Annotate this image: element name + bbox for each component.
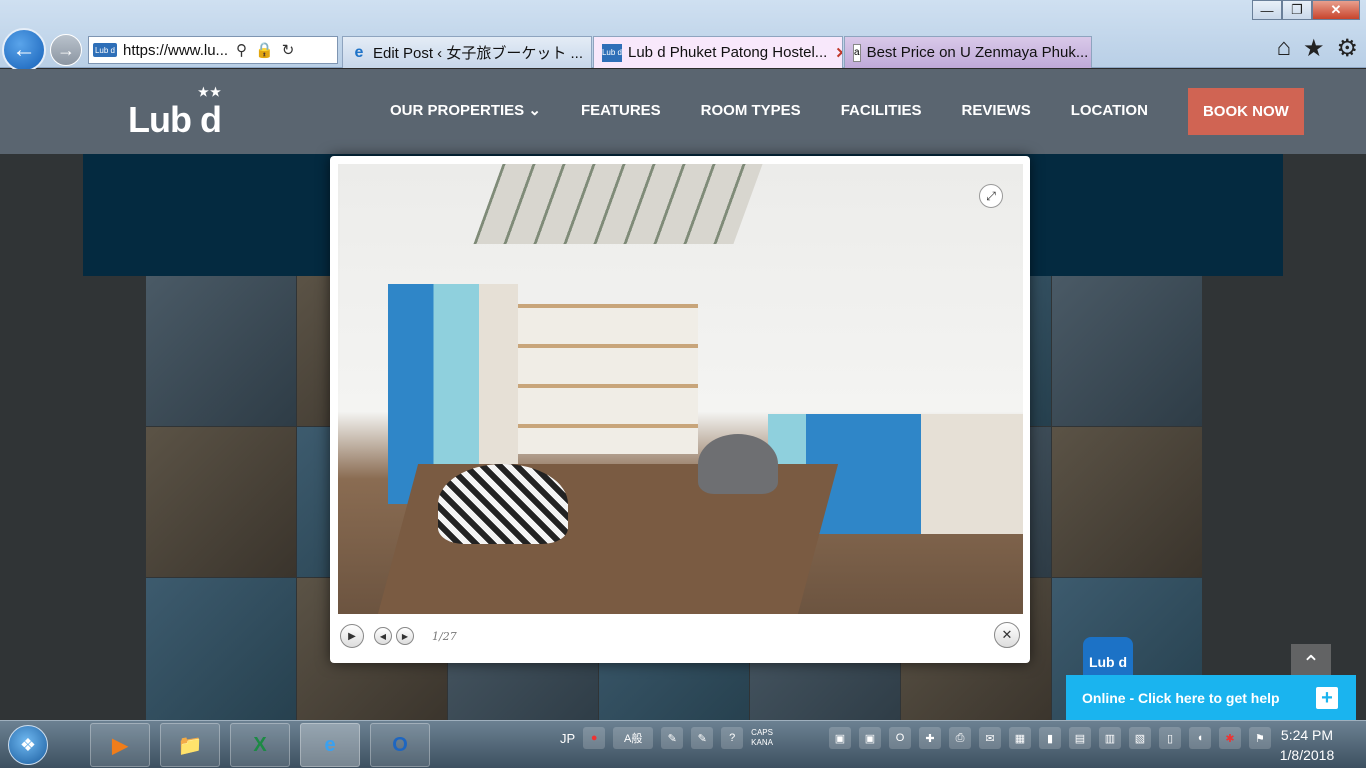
taskbar-excel-icon[interactable]: X bbox=[230, 723, 290, 767]
site-logo[interactable]: Lub d ★ ★ bbox=[128, 85, 222, 141]
ime-tool-icon[interactable]: ✎ bbox=[661, 727, 684, 749]
tray-mail-icon[interactable]: ✉ bbox=[978, 727, 1001, 749]
favorites-icon[interactable]: ★ bbox=[1303, 34, 1325, 63]
tab-best-price[interactable]: a Best Price on U Zenmaya Phuk... bbox=[844, 36, 1092, 68]
agoda-favicon-icon: a bbox=[853, 43, 861, 62]
caps-label: CAPS bbox=[751, 728, 773, 737]
next-button[interactable]: ▶ bbox=[396, 627, 414, 645]
tab-label: Lub d Phuket Patong Hostel... bbox=[628, 44, 828, 61]
minimize-button[interactable]: — bbox=[1252, 0, 1282, 20]
fullscreen-icon[interactable]: ⤢ bbox=[979, 184, 1003, 208]
nav-room-types[interactable]: ROOM TYPES bbox=[701, 87, 801, 135]
window-close-button[interactable]: ✕ bbox=[1312, 0, 1360, 20]
main-nav: OUR PROPERTIES ⌄ FEATURES ROOM TYPES FAC… bbox=[390, 87, 1304, 135]
prev-button[interactable]: ◀ bbox=[374, 627, 392, 645]
nav-location[interactable]: LOCATION bbox=[1071, 87, 1148, 135]
tray-signal-icon[interactable]: ▮ bbox=[1038, 727, 1061, 749]
tab-lubd[interactable]: Lub d Lub d Phuket Patong Hostel... ✕ bbox=[593, 36, 843, 68]
book-now-button[interactable]: BOOK NOW bbox=[1187, 87, 1304, 135]
ime-dict-icon[interactable]: ✎ bbox=[691, 727, 714, 749]
taskbar-ie-icon[interactable]: e bbox=[300, 723, 360, 767]
forward-button[interactable]: → bbox=[50, 34, 82, 66]
tray-app-icon[interactable]: ▥ bbox=[1098, 727, 1121, 749]
restore-button[interactable]: ❐ bbox=[1282, 0, 1312, 20]
nav-our-properties[interactable]: OUR PROPERTIES ⌄ bbox=[390, 87, 541, 135]
tray-app-icon[interactable]: ✚ bbox=[918, 727, 941, 749]
nav-reviews[interactable]: REVIEWS bbox=[962, 87, 1031, 135]
chat-expand-icon[interactable]: + bbox=[1316, 687, 1338, 709]
chat-text: Online - Click here to get help bbox=[1082, 689, 1280, 706]
tab-edit-post[interactable]: e Edit Post ‹ 女子旅ブーケット ... bbox=[342, 36, 592, 68]
clock[interactable]: 5:24 PM 1/8/2018 bbox=[1266, 725, 1348, 765]
play-button[interactable]: ▶ bbox=[340, 624, 364, 648]
lightbox: ⤢ ▶ ◀ ▶ 1/27 ✕ bbox=[330, 156, 1030, 663]
start-button[interactable]: ❖ bbox=[8, 725, 48, 765]
back-button[interactable]: ← bbox=[2, 28, 46, 72]
tray-network-icon[interactable]: ▦ bbox=[1008, 727, 1031, 749]
window-controls: — ❐ ✕ bbox=[1252, 0, 1360, 20]
nav-facilities[interactable]: FACILITIES bbox=[841, 87, 922, 135]
tab-label: Edit Post ‹ 女子旅ブーケット ... bbox=[372, 45, 583, 62]
tray-app-icon[interactable]: ▣ bbox=[858, 727, 881, 749]
clock-date: 1/8/2018 bbox=[1279, 747, 1335, 763]
home-icon[interactable]: ⌂ bbox=[1276, 34, 1291, 63]
browser-toolbar-icons: ⌂ ★ ⚙ bbox=[1276, 34, 1358, 63]
address-text[interactable]: https://www.lu... bbox=[123, 42, 228, 59]
ie-icon: e bbox=[354, 43, 364, 61]
site-header: Lub d ★ ★ OUR PROPERTIES ⌄ FEATURES ROOM… bbox=[0, 69, 1366, 154]
taskbar-media-player-icon[interactable]: ▶ bbox=[90, 723, 150, 767]
caps-kana-indicator: CAPS KANA bbox=[751, 728, 773, 748]
taskbar-explorer-icon[interactable]: 📁 bbox=[160, 723, 220, 767]
lightbox-controls: ▶ ◀ ▶ 1/27 bbox=[340, 624, 457, 648]
site-favicon-icon: Lub d bbox=[93, 43, 117, 57]
system-tray: JP ● A般 ✎ ✎ ? CAPS KANA ▣ ▣ O ✚ ⎙ ✉ ▦ ▮ … bbox=[560, 727, 1271, 749]
tray-app-icon[interactable]: ▣ bbox=[828, 727, 851, 749]
tray-printer-icon[interactable]: ⎙ bbox=[948, 727, 971, 749]
tray-volume-icon[interactable]: ◖ bbox=[1188, 727, 1211, 749]
gallery-thumb[interactable] bbox=[146, 578, 296, 720]
tray-app-icon[interactable]: ▧ bbox=[1128, 727, 1151, 749]
gallery-thumb[interactable] bbox=[1052, 427, 1202, 577]
gallery-thumb[interactable] bbox=[1052, 276, 1202, 426]
ime-mode[interactable]: A般 bbox=[613, 727, 654, 749]
tray-battery-icon[interactable]: ▯ bbox=[1158, 727, 1181, 749]
browser-chrome: — ❐ ✕ ← → Lub d https://www.lu... ⚲ 🔒 ↻ … bbox=[0, 0, 1366, 72]
logo-stars-icon: ★ ★ bbox=[198, 85, 221, 99]
taskbar: ❖ ▶ 📁 X e O JP ● A般 ✎ ✎ ? CAPS KANA ▣ ▣ … bbox=[0, 720, 1366, 768]
logo-text: Lub d bbox=[128, 99, 222, 140]
address-bar[interactable]: Lub d https://www.lu... ⚲ 🔒 ↻ bbox=[88, 36, 338, 64]
nav-features[interactable]: FEATURES bbox=[581, 87, 661, 135]
settings-icon[interactable]: ⚙ bbox=[1336, 34, 1358, 63]
taskbar-outlook-icon[interactable]: O bbox=[370, 723, 430, 767]
lock-icon[interactable]: 🔒 bbox=[255, 41, 274, 59]
refresh-icon[interactable]: ↻ bbox=[282, 41, 295, 59]
kana-label: KANA bbox=[751, 738, 773, 747]
lubd-favicon-icon: Lub d bbox=[602, 43, 622, 62]
search-icon[interactable]: ⚲ bbox=[236, 41, 247, 59]
ime-icon[interactable]: ● bbox=[583, 727, 606, 749]
chat-widget-bar[interactable]: Online - Click here to get help + bbox=[1066, 675, 1356, 720]
tray-outlook-icon[interactable]: O bbox=[888, 727, 911, 749]
clock-time: 5:24 PM bbox=[1280, 727, 1334, 743]
image-counter: 1/27 bbox=[432, 629, 457, 643]
language-indicator[interactable]: JP bbox=[560, 731, 575, 746]
tab-close-icon[interactable]: ✕ bbox=[835, 44, 842, 62]
lightbox-close-button[interactable]: ✕ bbox=[994, 622, 1020, 648]
gallery-thumb[interactable] bbox=[146, 427, 296, 577]
tab-label: Best Price on U Zenmaya Phuk... bbox=[866, 44, 1089, 61]
help-icon[interactable]: ? bbox=[721, 727, 744, 749]
gallery-thumb[interactable] bbox=[146, 276, 296, 426]
tray-antivirus-icon[interactable]: ✱ bbox=[1218, 727, 1241, 749]
tray-app-icon[interactable]: ▤ bbox=[1068, 727, 1091, 749]
lightbox-photo: ⤢ bbox=[338, 164, 1023, 614]
